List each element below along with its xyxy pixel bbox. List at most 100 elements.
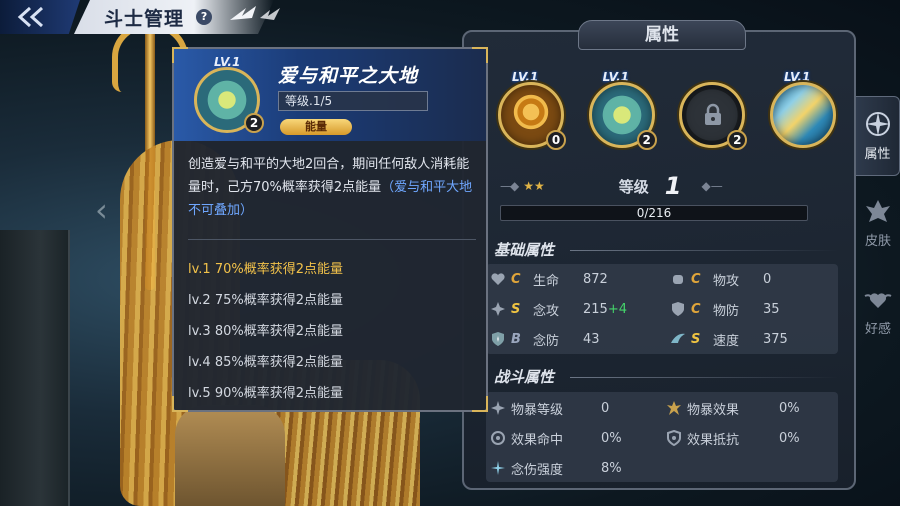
stat-value: 43 — [583, 331, 600, 347]
stat-grade: B — [511, 331, 521, 347]
stat-effect-resist: 效果抵抗 0% — [666, 428, 800, 448]
stat-value: 0 — [763, 271, 772, 287]
stat-name: 物暴效果 — [687, 402, 740, 418]
tab-label: 属性 — [864, 147, 891, 162]
prev-character-arrow-icon[interactable]: ‹ — [95, 190, 119, 230]
stat-value: 215 — [583, 301, 608, 317]
skill-level-line-2: lv.2 75%概率获得2点能量 — [188, 293, 343, 308]
stat-value: 0% — [779, 400, 800, 416]
crosshair-icon — [491, 431, 505, 445]
corner-ornament — [172, 396, 188, 412]
stat-grade: C — [511, 271, 521, 287]
skill-slot-4[interactable]: LV.1 — [766, 70, 840, 154]
sparkle-shield-icon — [492, 332, 504, 346]
stat-value: 0% — [601, 430, 622, 446]
stat-grade: C — [691, 271, 701, 287]
skill-slot-2[interactable]: LV.1 2 — [585, 70, 659, 154]
stat-physical-defense: C 物防 35 — [670, 299, 780, 319]
sparkle-icon — [491, 302, 505, 316]
level-row: —◆ ★★ 等级 1 ◆— — [500, 172, 808, 200]
wave-skill-icon — [769, 82, 836, 148]
skill-level-line-5: lv.5 90%概率获得2点能量 — [188, 386, 343, 401]
stat-name: 念伤强度 — [511, 462, 564, 478]
stat-effect-hit: 效果命中 0% — [490, 428, 622, 448]
tooltip-skill-level: LV.1 — [214, 55, 241, 69]
stat-name: 效果抵抗 — [687, 432, 740, 448]
stone-pillar — [0, 230, 70, 506]
skill-level-line-3: lv.3 80%概率获得2点能量 — [188, 324, 343, 339]
stat-hp: C 生命 872 — [490, 269, 608, 289]
lock-icon — [702, 103, 724, 127]
stat-name: 效果命中 — [511, 432, 564, 448]
fist-icon — [673, 275, 683, 284]
stat-speed: S 速度 375 — [670, 329, 788, 349]
skill-level-line-1: lv.1 70%概率获得2点能量 — [188, 262, 343, 277]
skills-row: LV.1 0 LV.1 2 2 LV.1 — [494, 70, 840, 156]
crit-burst-icon — [667, 401, 681, 415]
tab-label: 皮肤 — [864, 234, 891, 249]
divider-ornament-icon: ◆— — [701, 179, 723, 193]
skill-count-badge: 2 — [636, 130, 657, 150]
double-chevron-left-icon — [17, 6, 44, 28]
stat-bonus: +4 — [607, 301, 627, 317]
wing-icon — [671, 333, 685, 343]
side-tabs: 属性 皮肤 好感 — [856, 96, 900, 356]
corner-ornament — [172, 47, 188, 63]
stat-name: 生命 — [533, 273, 560, 289]
divider-ornament-icon: —◆ — [500, 179, 519, 193]
stat-phys-crit-level: 物暴等级 0 — [490, 398, 609, 418]
character-robe — [175, 405, 285, 506]
skill-count-badge: 0 — [546, 130, 566, 150]
stat-name: 物暴等级 — [511, 402, 564, 418]
tab-attributes[interactable]: 属性 — [856, 96, 900, 176]
shield-icon — [672, 302, 684, 316]
section-divider — [570, 377, 838, 378]
battle-attributes-title: 战斗属性 — [494, 368, 555, 386]
corner-ornament — [472, 47, 488, 63]
stat-physical-attack: C 物攻 0 — [670, 269, 771, 289]
compass-star-icon — [865, 112, 890, 136]
stat-value: 872 — [583, 271, 608, 287]
stat-mind-damage: 念伤强度 8% — [490, 458, 622, 478]
stat-value: 0 — [601, 400, 610, 416]
skill-tooltip: LV.1 2 爱与和平之大地 等级.1/5 能量 创造爱与和平的大地2回合，期间… — [172, 47, 488, 412]
burst-icon — [491, 401, 505, 415]
heart-icon — [491, 273, 505, 285]
tab-affection[interactable]: 好感 — [856, 272, 900, 352]
skill-description: 创造爱与和平的大地2回合，期间任何敌人消耗能量时，己方70%概率获得2点能量（爱… — [188, 153, 476, 222]
stat-grade: C — [691, 301, 701, 317]
basic-attributes-title: 基础属性 — [494, 241, 555, 259]
exp-bar: 0/216 — [500, 205, 808, 221]
level-label: 等级 — [618, 177, 649, 196]
stat-mind-defense: B 念防 43 — [490, 329, 600, 349]
tooltip-divider — [188, 239, 476, 240]
winged-heart-icon — [864, 293, 892, 308]
stat-name: 物攻 — [713, 273, 740, 289]
back-button[interactable] — [0, 0, 80, 34]
wing-decoration-icon — [230, 6, 280, 20]
skill-level-line-4: lv.4 85%概率获得2点能量 — [188, 355, 343, 370]
star-sparkle-icon — [491, 461, 505, 475]
skill-level-progress: 等级.1/5 — [278, 91, 428, 111]
stat-value: 35 — [763, 301, 780, 317]
tab-skins[interactable]: 皮肤 — [856, 184, 900, 264]
stat-name: 速度 — [713, 333, 740, 349]
stat-grade: S — [691, 331, 701, 347]
tooltip-count-badge: 2 — [244, 113, 264, 133]
winged-helmet-icon — [866, 200, 890, 222]
stat-name: 物防 — [713, 303, 740, 319]
stat-value: 8% — [601, 460, 622, 476]
help-icon[interactable]: ? — [196, 9, 213, 25]
stat-name: 念攻 — [533, 303, 560, 319]
skill-slot-1[interactable]: LV.1 0 — [494, 70, 568, 154]
skill-name: 爱与和平之大地 — [278, 65, 419, 87]
page-title: 斗士管理 — [104, 7, 185, 30]
tab-label: 好感 — [864, 322, 891, 337]
skill-slot-3[interactable]: 2 — [675, 70, 749, 154]
panel-title: 属性 — [578, 20, 746, 50]
header: 斗士管理 ? — [0, 0, 320, 34]
stat-value: 375 — [763, 331, 788, 347]
resist-shield-icon — [667, 430, 681, 446]
stat-phys-crit-effect: 物暴效果 0% — [666, 398, 800, 418]
energy-badge: 能量 — [280, 119, 352, 135]
